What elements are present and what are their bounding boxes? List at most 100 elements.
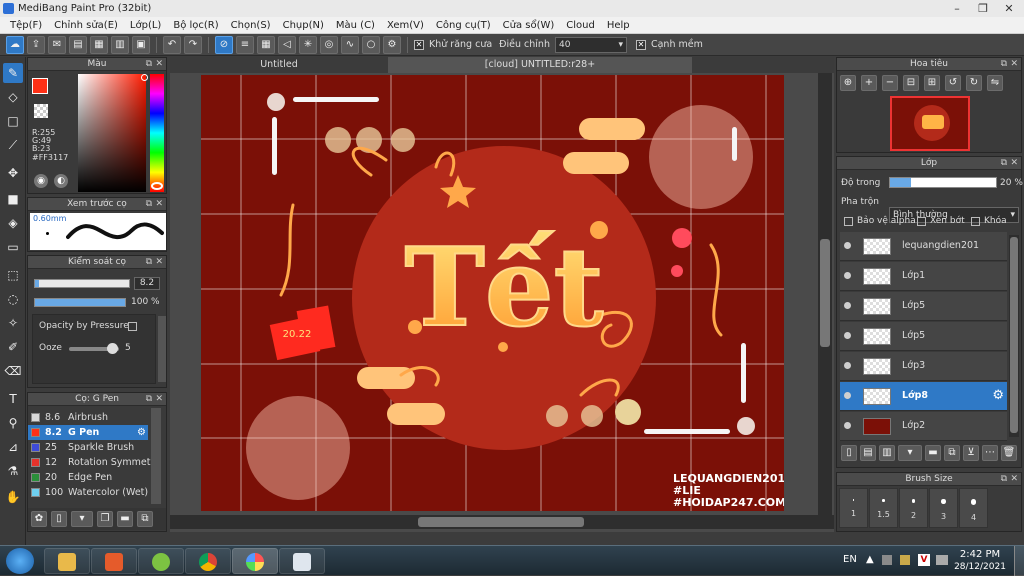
layer-row[interactable]: Lớp5 [840, 322, 1007, 351]
snap-grid-icon[interactable]: ▦ [257, 35, 275, 54]
menu-edit[interactable]: Chỉnh sửa(E) [48, 20, 124, 31]
add-layer-menu-icon[interactable]: ▾ [898, 445, 922, 461]
zoom-out-icon[interactable]: − [882, 75, 898, 91]
tab-untitled[interactable]: Untitled [170, 57, 388, 73]
divide-tool-icon[interactable]: ⊿ [3, 437, 23, 457]
color-picker-handle[interactable] [141, 74, 148, 81]
layer-more-icon[interactable]: ⋯ [982, 445, 998, 461]
brush-size-cell[interactable]: 1 [839, 488, 868, 528]
zoom-window-icon[interactable]: ⊞ [924, 75, 940, 91]
layer-visibility-icon[interactable] [844, 392, 851, 399]
grid-icon[interactable]: ▥ [111, 35, 129, 54]
panel-float-icon[interactable]: ⧉ [146, 198, 152, 211]
layer-visibility-icon[interactable] [844, 272, 851, 279]
operation-tool-icon[interactable]: ⚲ [3, 413, 23, 433]
gradient-tool-icon[interactable]: ▭ [3, 237, 23, 257]
eraser-tool-icon[interactable]: ◇ [3, 87, 23, 107]
color-wheel-icon[interactable]: ◉ [34, 174, 48, 188]
menu-filter[interactable]: Bộ lọc(R) [167, 20, 224, 31]
menu-color[interactable]: Màu (C) [330, 20, 381, 31]
tray-network-icon[interactable] [882, 555, 892, 565]
panel-close-icon[interactable]: ✕ [155, 198, 163, 211]
layer-visibility-icon[interactable] [844, 332, 851, 339]
layer-opacity-slider[interactable] [889, 177, 997, 188]
brush-list-scrollbar[interactable] [151, 408, 161, 504]
panel-close-icon[interactable]: ✕ [1010, 473, 1018, 486]
layer-row[interactable]: Lớp2 [840, 412, 1007, 441]
menu-layer[interactable]: Lớp(L) [124, 20, 167, 31]
clock-time[interactable]: 2:42 PM [958, 549, 1002, 560]
brush-settings-icon[interactable]: ✿ [31, 511, 47, 527]
artwork-canvas[interactable]: Tết 20.22 LEQUANGDIEN201 #LIE #HOIDAP247… [201, 75, 784, 511]
hue-slider-handle[interactable] [151, 182, 163, 190]
layer-row[interactable]: Lớp5 [840, 292, 1007, 321]
new-1bit-layer-icon[interactable]: ▥ [879, 445, 895, 461]
move-tool-icon[interactable]: ✥ [3, 163, 23, 183]
clock-date[interactable]: 28/12/2021 [954, 562, 1006, 572]
layer-row[interactable]: Lớp1 [840, 262, 1007, 291]
layer-row[interactable]: lequangdien201 [840, 232, 1007, 261]
snap-concentric-icon[interactable]: ◎ [320, 35, 338, 54]
show-desktop-button[interactable] [1014, 546, 1024, 576]
vertical-scroll-thumb[interactable] [820, 239, 830, 347]
panel-float-icon[interactable]: ⧉ [146, 58, 152, 71]
brush-size-slider[interactable] [34, 279, 130, 288]
snap-parallel-icon[interactable]: ≡ [236, 35, 254, 54]
layer-list-scrollbar[interactable] [1009, 235, 1019, 437]
zoom-actual-icon[interactable]: ⊟ [903, 75, 919, 91]
flip-icon[interactable]: ⇋ [987, 75, 1003, 91]
menu-file[interactable]: Tệp(F) [4, 20, 48, 31]
brush-tool-icon[interactable]: ✎ [3, 63, 23, 83]
redo-icon[interactable]: ↷ [184, 35, 202, 54]
select-pen-tool-icon[interactable]: ✐ [3, 337, 23, 357]
canvas-vertical-scrollbar[interactable] [818, 73, 832, 515]
brush-item[interactable]: 25 Sparkle Brush [28, 440, 148, 455]
bucket-tool-icon[interactable]: ◈ [3, 213, 23, 233]
minimize-icon[interactable]: – [944, 0, 970, 17]
tray-v-icon[interactable]: V [918, 554, 930, 566]
eyedropper-tool-icon[interactable]: ⚗ [3, 461, 23, 481]
menu-cloud[interactable]: Cloud [560, 20, 601, 31]
rotate-right-icon[interactable]: ↻ [966, 75, 982, 91]
layer-visibility-icon[interactable] [844, 422, 851, 429]
panel-float-icon[interactable]: ⧉ [1001, 473, 1007, 486]
taskbar-media[interactable] [91, 548, 137, 574]
language-indicator[interactable]: EN [843, 554, 857, 565]
magic-wand-tool-icon[interactable]: ✧ [3, 313, 23, 333]
panel-icon[interactable]: ▣ [132, 35, 150, 54]
text-tool-icon[interactable]: T [3, 389, 23, 409]
transparent-swatch[interactable] [34, 104, 48, 118]
panel-close-icon[interactable]: ✕ [155, 393, 163, 406]
hue-slider[interactable] [150, 74, 164, 192]
taskbar-explorer[interactable] [44, 548, 90, 574]
menu-help[interactable]: Help [601, 20, 636, 31]
undo-icon[interactable]: ↶ [163, 35, 181, 54]
rotate-left-icon[interactable]: ↺ [945, 75, 961, 91]
snap-settings-icon[interactable]: ⚙ [383, 35, 401, 54]
color-palette-icon[interactable]: ◐ [54, 174, 68, 188]
taskbar-medibang[interactable] [232, 548, 278, 574]
ooze-slider-handle[interactable] [107, 343, 118, 354]
zoom-in-icon[interactable]: + [861, 75, 877, 91]
brush-duplicate-icon[interactable]: ⧉ [137, 511, 153, 527]
navigator-thumbnail[interactable] [890, 96, 970, 151]
panel-close-icon[interactable]: ✕ [155, 58, 163, 71]
comment-icon[interactable]: ✉ [48, 35, 66, 54]
snap-curve-icon[interactable]: ∿ [341, 35, 359, 54]
panel-float-icon[interactable]: ⧉ [146, 393, 152, 406]
brush-item[interactable]: 8.2 G Pen ⚙ [28, 425, 148, 440]
select-eraser-tool-icon[interactable]: ⌫ [3, 361, 23, 381]
merge-layer-icon[interactable]: ⊻ [963, 445, 979, 461]
panel-close-icon[interactable]: ✕ [1010, 58, 1018, 71]
maximize-icon[interactable]: ❐ [970, 0, 996, 17]
layer-visibility-icon[interactable] [844, 242, 851, 249]
document-icon[interactable]: ▦ [90, 35, 108, 54]
share-icon[interactable]: ⇪ [27, 35, 45, 54]
tray-up-icon[interactable]: ▲ [866, 554, 874, 565]
edge-checkbox[interactable]: ✕ [635, 39, 646, 50]
new-8bit-layer-icon[interactable]: ▤ [860, 445, 876, 461]
canvas-horizontal-scrollbar[interactable] [170, 515, 834, 529]
brush-control-scrollbar[interactable] [158, 316, 166, 382]
save-icon[interactable]: ▤ [69, 35, 87, 54]
lock-checkbox[interactable] [971, 217, 980, 226]
